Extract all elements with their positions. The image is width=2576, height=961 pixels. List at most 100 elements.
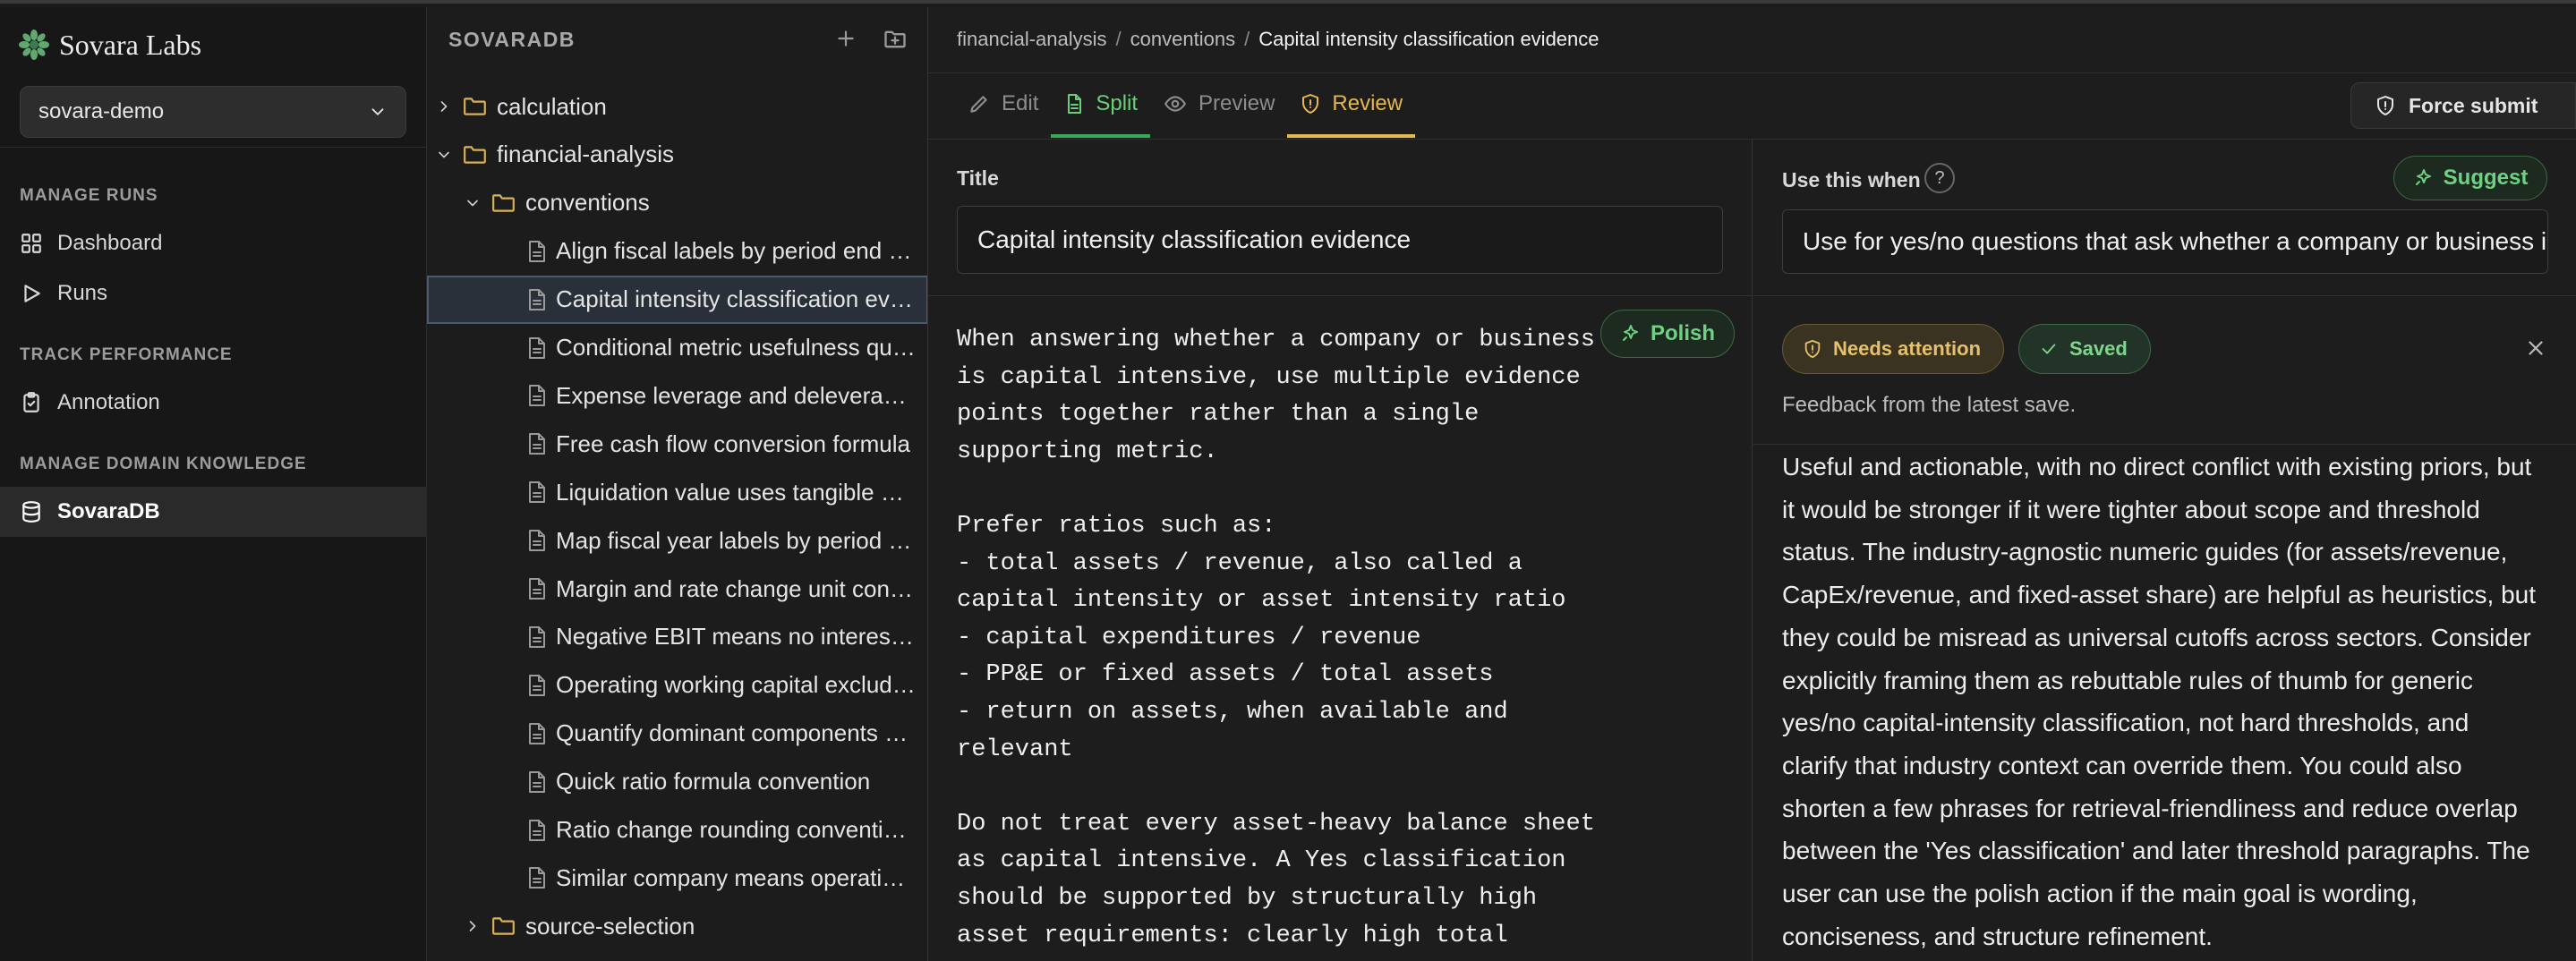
sidebar-item-annotation[interactable]: Annotation xyxy=(0,378,427,428)
tab-edit[interactable]: Edit xyxy=(955,73,1051,138)
grid-icon xyxy=(20,232,43,255)
tree-file[interactable]: Conditional metric usefulness questions xyxy=(427,324,927,372)
sidebar-item-sovaradb[interactable]: SovaraDB xyxy=(0,487,427,537)
tree-file[interactable]: Ratio change rounding conventions xyxy=(427,806,927,855)
tree-item-label: source-selection xyxy=(525,912,695,940)
close-icon[interactable] xyxy=(2524,336,2547,360)
sidebar-item-dashboard[interactable]: Dashboard xyxy=(0,218,427,268)
sidebar-item-runs[interactable]: Runs xyxy=(0,268,427,319)
play-icon xyxy=(20,282,43,305)
folder-icon xyxy=(463,144,488,166)
tree-file[interactable]: Negative EBIT means no interest coverage xyxy=(427,613,927,661)
add-file-icon[interactable] xyxy=(834,27,857,52)
feedback-line: user can use the polish action if the ma… xyxy=(1782,880,2418,908)
file-icon xyxy=(527,674,547,697)
file-icon xyxy=(527,288,547,311)
tree-file[interactable]: Similar company means operating peers xyxy=(427,854,927,902)
tree-file[interactable]: Map fiscal year labels by period end xyxy=(427,516,927,565)
brand[interactable]: Sovara Labs xyxy=(18,25,201,64)
file-tree-panel: SOVARADB calculation financial-analysis co… xyxy=(427,7,928,961)
help-icon[interactable]: ? xyxy=(1924,163,1955,193)
tree-folder[interactable]: conventions xyxy=(427,179,927,227)
main-panel: financial-analysis / conventions / Capit… xyxy=(928,7,2576,961)
polish-label: Polish xyxy=(1650,321,1715,345)
use-when-input[interactable]: Use for yes/no questions that ask whethe… xyxy=(1782,209,2548,274)
tree-file[interactable]: Quantify dominant components of change xyxy=(427,710,927,758)
brand-name: Sovara Labs xyxy=(59,28,202,61)
tree-item-label: Map fiscal year labels by period end xyxy=(556,526,916,554)
file-icon xyxy=(527,577,547,600)
breadcrumb-separator: / xyxy=(1244,28,1250,50)
tab-label: Review xyxy=(1332,91,1403,115)
feedback-text: Useful and actionable, with no direct co… xyxy=(1782,446,2552,957)
tab-review[interactable]: Review xyxy=(1287,73,1416,138)
tree-item-label: Quantify dominant components of change xyxy=(556,719,916,747)
file-icon xyxy=(527,770,547,794)
feedback-line: between the 'Yes classification' and lat… xyxy=(1782,837,2530,865)
suggest-button[interactable]: Suggest xyxy=(2393,156,2547,200)
tree-title: SOVARADB xyxy=(448,27,576,51)
breadcrumb-current: Capital intensity classification evidenc… xyxy=(1258,28,1599,50)
suggest-label: Suggest xyxy=(2443,166,2529,190)
file-icon xyxy=(527,336,547,360)
feedback-line: yes/no capital-intensity classification,… xyxy=(1782,709,2469,737)
tree-file[interactable]: Quick ratio formula convention xyxy=(427,758,927,806)
sidebar-item-label: SovaraDB xyxy=(57,499,160,523)
tree-item-label: Free cash flow conversion formula xyxy=(556,429,910,457)
saved-badge-label: Saved xyxy=(2069,337,2128,360)
force-submit-button[interactable]: Force submit xyxy=(2350,82,2576,129)
feedback-line: conciseness, and structure refinement. xyxy=(1782,922,2213,950)
tree-folder[interactable]: source-selection xyxy=(427,902,927,950)
tree-item-label: Similar company means operating peers xyxy=(556,863,916,891)
shield-alert-icon xyxy=(2375,95,2396,116)
breadcrumb-item[interactable]: financial-analysis xyxy=(957,28,1107,51)
tree-item-label: conventions xyxy=(525,189,650,217)
tree-file[interactable]: Align fiscal labels by period end dates xyxy=(427,227,927,276)
polish-button[interactable]: Polish xyxy=(1600,310,1735,358)
tree-item-label: Ratio change rounding conventions xyxy=(556,816,916,843)
feedback-line: they could be misread as universal cutof… xyxy=(1782,623,2531,651)
sunburst-logo-icon xyxy=(18,29,50,61)
tree-file[interactable]: Expense leverage and deleveraging xyxy=(427,371,927,420)
title-input[interactable]: Capital intensity classification evidenc… xyxy=(957,206,1723,274)
section-title-track-performance: TRACK PERFORMANCE xyxy=(20,345,233,364)
tree-item-label: Expense leverage and deleveraging xyxy=(556,381,916,409)
tree-file[interactable]: Operating working capital excludes cash xyxy=(427,661,927,710)
workspace-select[interactable]: sovara-demo xyxy=(20,86,406,138)
tree-folder[interactable]: financial-analysis xyxy=(427,131,927,179)
chevron-down-icon xyxy=(368,102,388,122)
breadcrumb-item[interactable]: conventions xyxy=(1130,28,1235,51)
tab-split[interactable]: Split xyxy=(1051,73,1151,138)
tree-file[interactable]: Capital intensity classification evidenc… xyxy=(427,275,927,324)
section-title-manage-domain-knowledge: MANAGE DOMAIN KNOWLEDGE xyxy=(20,455,307,473)
tree-file[interactable]: Margin and rate change unit conventions xyxy=(427,565,927,613)
folder-icon xyxy=(491,915,516,937)
shield-icon xyxy=(1300,92,1321,115)
tree-file[interactable]: Liquidation value uses tangible assets xyxy=(427,468,927,516)
tree-folder[interactable]: calculation xyxy=(427,82,927,131)
saved-badge: Saved xyxy=(2018,324,2151,374)
section-title-manage-runs: MANAGE RUNS xyxy=(20,186,158,205)
file-icon xyxy=(527,529,547,552)
eye-icon xyxy=(1163,92,1188,115)
title-label: Title xyxy=(957,166,999,190)
feedback-line: status. The industry-agnostic numeric gu… xyxy=(1782,538,2508,566)
tab-preview[interactable]: Preview xyxy=(1150,73,1287,138)
needs-attention-badge: Needs attention xyxy=(1782,324,2004,374)
shield-alert-icon xyxy=(1803,339,1822,359)
clipboard-icon xyxy=(20,391,43,414)
chevron-right-icon xyxy=(432,98,456,115)
new-folder-icon[interactable] xyxy=(883,27,908,52)
tree-item-label: financial-analysis xyxy=(497,140,674,168)
folder-icon xyxy=(463,96,488,117)
body-textarea[interactable]: When answering whether a company or busi… xyxy=(957,322,1601,955)
file-icon xyxy=(527,240,547,263)
file-icon xyxy=(527,625,547,649)
editor-divider xyxy=(928,295,1753,296)
pencil-icon xyxy=(968,92,991,115)
sidebar-divider xyxy=(0,147,427,148)
tree-file[interactable]: Free cash flow conversion formula xyxy=(427,420,927,468)
sidebar: Sovara Labs sovara-demo MANAGE RUNS Dash… xyxy=(0,7,427,961)
chevron-down-icon xyxy=(461,194,484,212)
tree-item-label: Operating working capital excludes cash xyxy=(556,671,916,699)
